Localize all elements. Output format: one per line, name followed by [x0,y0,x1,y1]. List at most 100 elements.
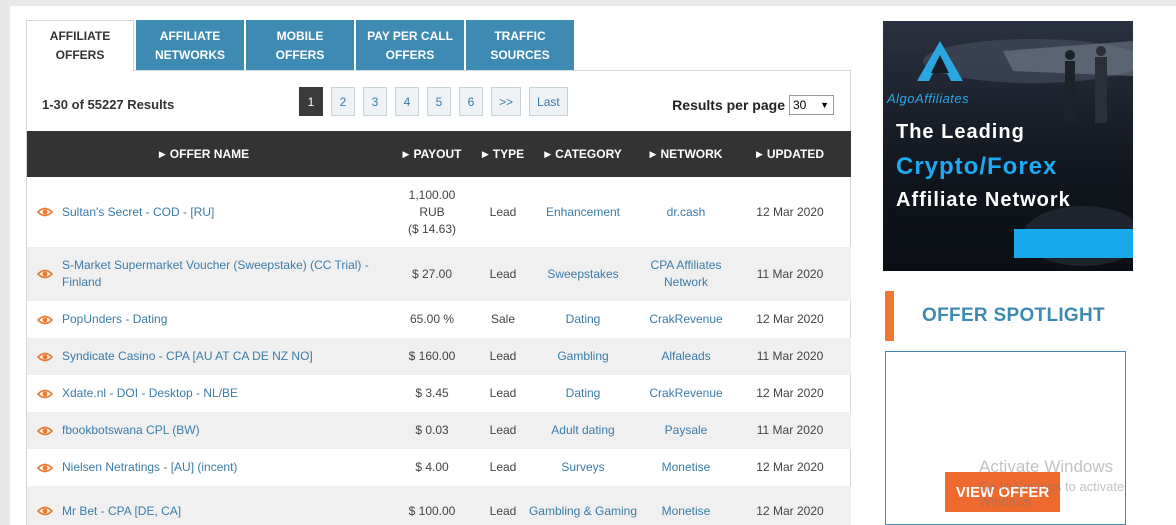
results-per-page-value: 30 [793,98,807,112]
page-3-button[interactable]: 3 [363,87,387,116]
offer-name-link[interactable]: PopUnders - Dating [62,311,167,328]
payout-cell: $ 100.00 [408,503,456,518]
page-6-button[interactable]: 6 [459,87,483,116]
network-cell: CrakRevenue [643,385,729,402]
network-link[interactable]: Paysale [665,422,708,439]
sort-type[interactable]: ▶ TYPE [481,131,524,177]
payout-cell: $ 4.00 [415,460,449,474]
offer-name-cell: Xdate.nl - DOI - Desktop - NL/BE [27,385,381,402]
network-link[interactable]: Monetise [662,503,711,520]
updated-cell: 12 Mar 2020 [756,312,824,326]
eye-icon[interactable] [37,426,53,436]
tab-pay-per-call-offers[interactable]: PAY PER CALL OFFERS [356,20,464,71]
sort-arrow-icon: ▶ [544,148,552,159]
eye-icon[interactable] [37,389,53,399]
network-cell: Monetise [643,459,729,476]
table-row: Nielsen Netratings - [AU] (incent) $ 4.00… [27,449,851,486]
type-cell: Lead [489,460,517,474]
category-link[interactable]: Gambling & Gaming [529,503,637,520]
tab-traffic-sources[interactable]: TRAFFIC SOURCES [466,20,574,71]
sort-network[interactable]: ▶ NETWORK [643,131,729,177]
sort-arrow-icon: ▶ [481,148,489,159]
eye-icon[interactable] [37,506,53,516]
eye-icon[interactable] [37,269,53,279]
results-per-page-select[interactable]: 30 ▼ [789,95,834,115]
category-cell: Adult dating [523,422,643,439]
network-link[interactable]: CrakRevenue [649,385,722,402]
view-offer-button[interactable]: VIEW OFFER [945,472,1060,512]
tab-affiliate-offers[interactable]: AFFILIATE OFFERS [26,20,134,71]
category-link[interactable]: Surveys [561,459,604,476]
network-link[interactable]: Alfaleads [661,348,710,365]
network-link[interactable]: Monetise [662,459,711,476]
page-4-button[interactable]: 4 [395,87,419,116]
sort-payout[interactable]: ▶ PAYOUT [381,131,483,177]
ad-headline-1: The Leading [896,121,1025,143]
table-row: S-Market Supermarket Voucher (Sweepstake… [27,247,851,301]
offer-name-cell: Mr Bet - CPA [DE, CA] [27,503,381,520]
offers-table-body: Sultan's Secret - COD - [RU] 1,100.00 RUB… [27,177,851,525]
page-1-button[interactable]: 1 [299,87,323,116]
category-cell: Sweepstakes [523,266,643,283]
sort-category[interactable]: ▶ CATEGORY [523,131,643,177]
category-link[interactable]: Sweepstakes [547,266,618,283]
category-cell: Gambling & Gaming [523,503,643,520]
offer-name-cell: S-Market Supermarket Voucher (Sweepstake… [27,257,381,291]
type-cell: Lead [489,503,517,518]
offer-name-link[interactable]: S-Market Supermarket Voucher (Sweepstake… [62,257,381,291]
network-link[interactable]: dr.cash [667,204,706,221]
pagination: 1 2 3 4 5 6 >> Last [299,87,576,116]
offer-name-cell: fbookbotswana CPL (BW) [27,422,381,439]
type-cell: Lead [489,204,517,219]
algoaffiliates-banner-ad[interactable]: AlgoAffiliates The Leading Crypto/Forex … [883,21,1133,271]
category-link[interactable]: Adult dating [551,422,614,439]
offer-name-link[interactable]: fbookbotswana CPL (BW) [62,422,200,439]
category-cell: Surveys [523,459,643,476]
payout-cell: $ 3.45 [415,386,449,400]
page-5-button[interactable]: 5 [427,87,451,116]
updated-cell: 12 Mar 2020 [756,460,824,474]
offers-panel: 1-30 of 55227 Results 1 2 3 4 5 6 >> Las… [26,70,851,525]
offer-name-cell: Nielsen Netratings - [AU] (incent) [27,459,381,476]
type-cell: Lead [489,266,517,281]
page-2-button[interactable]: 2 [331,87,355,116]
payout-cell: $ 0.03 [415,423,449,437]
header-label: CATEGORY [555,147,622,161]
tab-mobile-offers[interactable]: MOBILE OFFERS [246,20,354,71]
eye-icon[interactable] [37,352,53,362]
eye-icon[interactable] [37,315,53,325]
category-cell: Dating [523,385,643,402]
category-link[interactable]: Dating [566,311,601,328]
offer-name-link[interactable]: Nielsen Netratings - [AU] (incent) [62,459,237,476]
sort-arrow-icon: ▶ [158,148,166,159]
offer-name-cell: PopUnders - Dating [27,311,381,328]
network-cell: Alfaleads [643,348,729,365]
next-pages-button[interactable]: >> [491,87,522,116]
ad-logo-text: AlgoAffiliates [887,91,970,106]
offer-spotlight-header: OFFER SPOTLIGHT [885,291,1133,341]
eye-icon[interactable] [37,207,53,217]
chevron-down-icon: ▼ [820,100,829,110]
category-link[interactable]: Dating [566,385,601,402]
category-link[interactable]: Enhancement [546,204,620,221]
updated-cell: 11 Mar 2020 [756,266,824,281]
offer-name-link[interactable]: Sultan's Secret - COD - [RU] [62,204,214,221]
ad-cta-bar[interactable] [1014,229,1133,258]
tab-affiliate-networks[interactable]: AFFILIATE NETWORKS [136,20,244,71]
sort-offer-name[interactable]: ▶ OFFER NAME [27,131,381,177]
type-cell: Lead [489,423,517,437]
offer-name-link[interactable]: Syndicate Casino - CPA [AU AT CA DE NZ N… [62,348,313,365]
ad-headline-2: Crypto/Forex [896,153,1058,180]
results-per-page-label: Results per page [672,97,785,113]
offer-name-link[interactable]: Mr Bet - CPA [DE, CA] [62,503,181,520]
payout-cell: $ 160.00 [408,349,456,363]
network-link[interactable]: CPA Affiliates Network [643,257,729,291]
network-link[interactable]: CrakRevenue [649,311,722,328]
network-cell: CPA Affiliates Network [643,257,729,291]
sort-updated[interactable]: ▶ UPDATED [729,131,851,177]
eye-icon[interactable] [37,463,53,473]
updated-cell: 12 Mar 2020 [756,503,824,518]
category-link[interactable]: Gambling [557,348,608,365]
offer-name-link[interactable]: Xdate.nl - DOI - Desktop - NL/BE [62,385,238,402]
last-page-button[interactable]: Last [529,87,568,116]
